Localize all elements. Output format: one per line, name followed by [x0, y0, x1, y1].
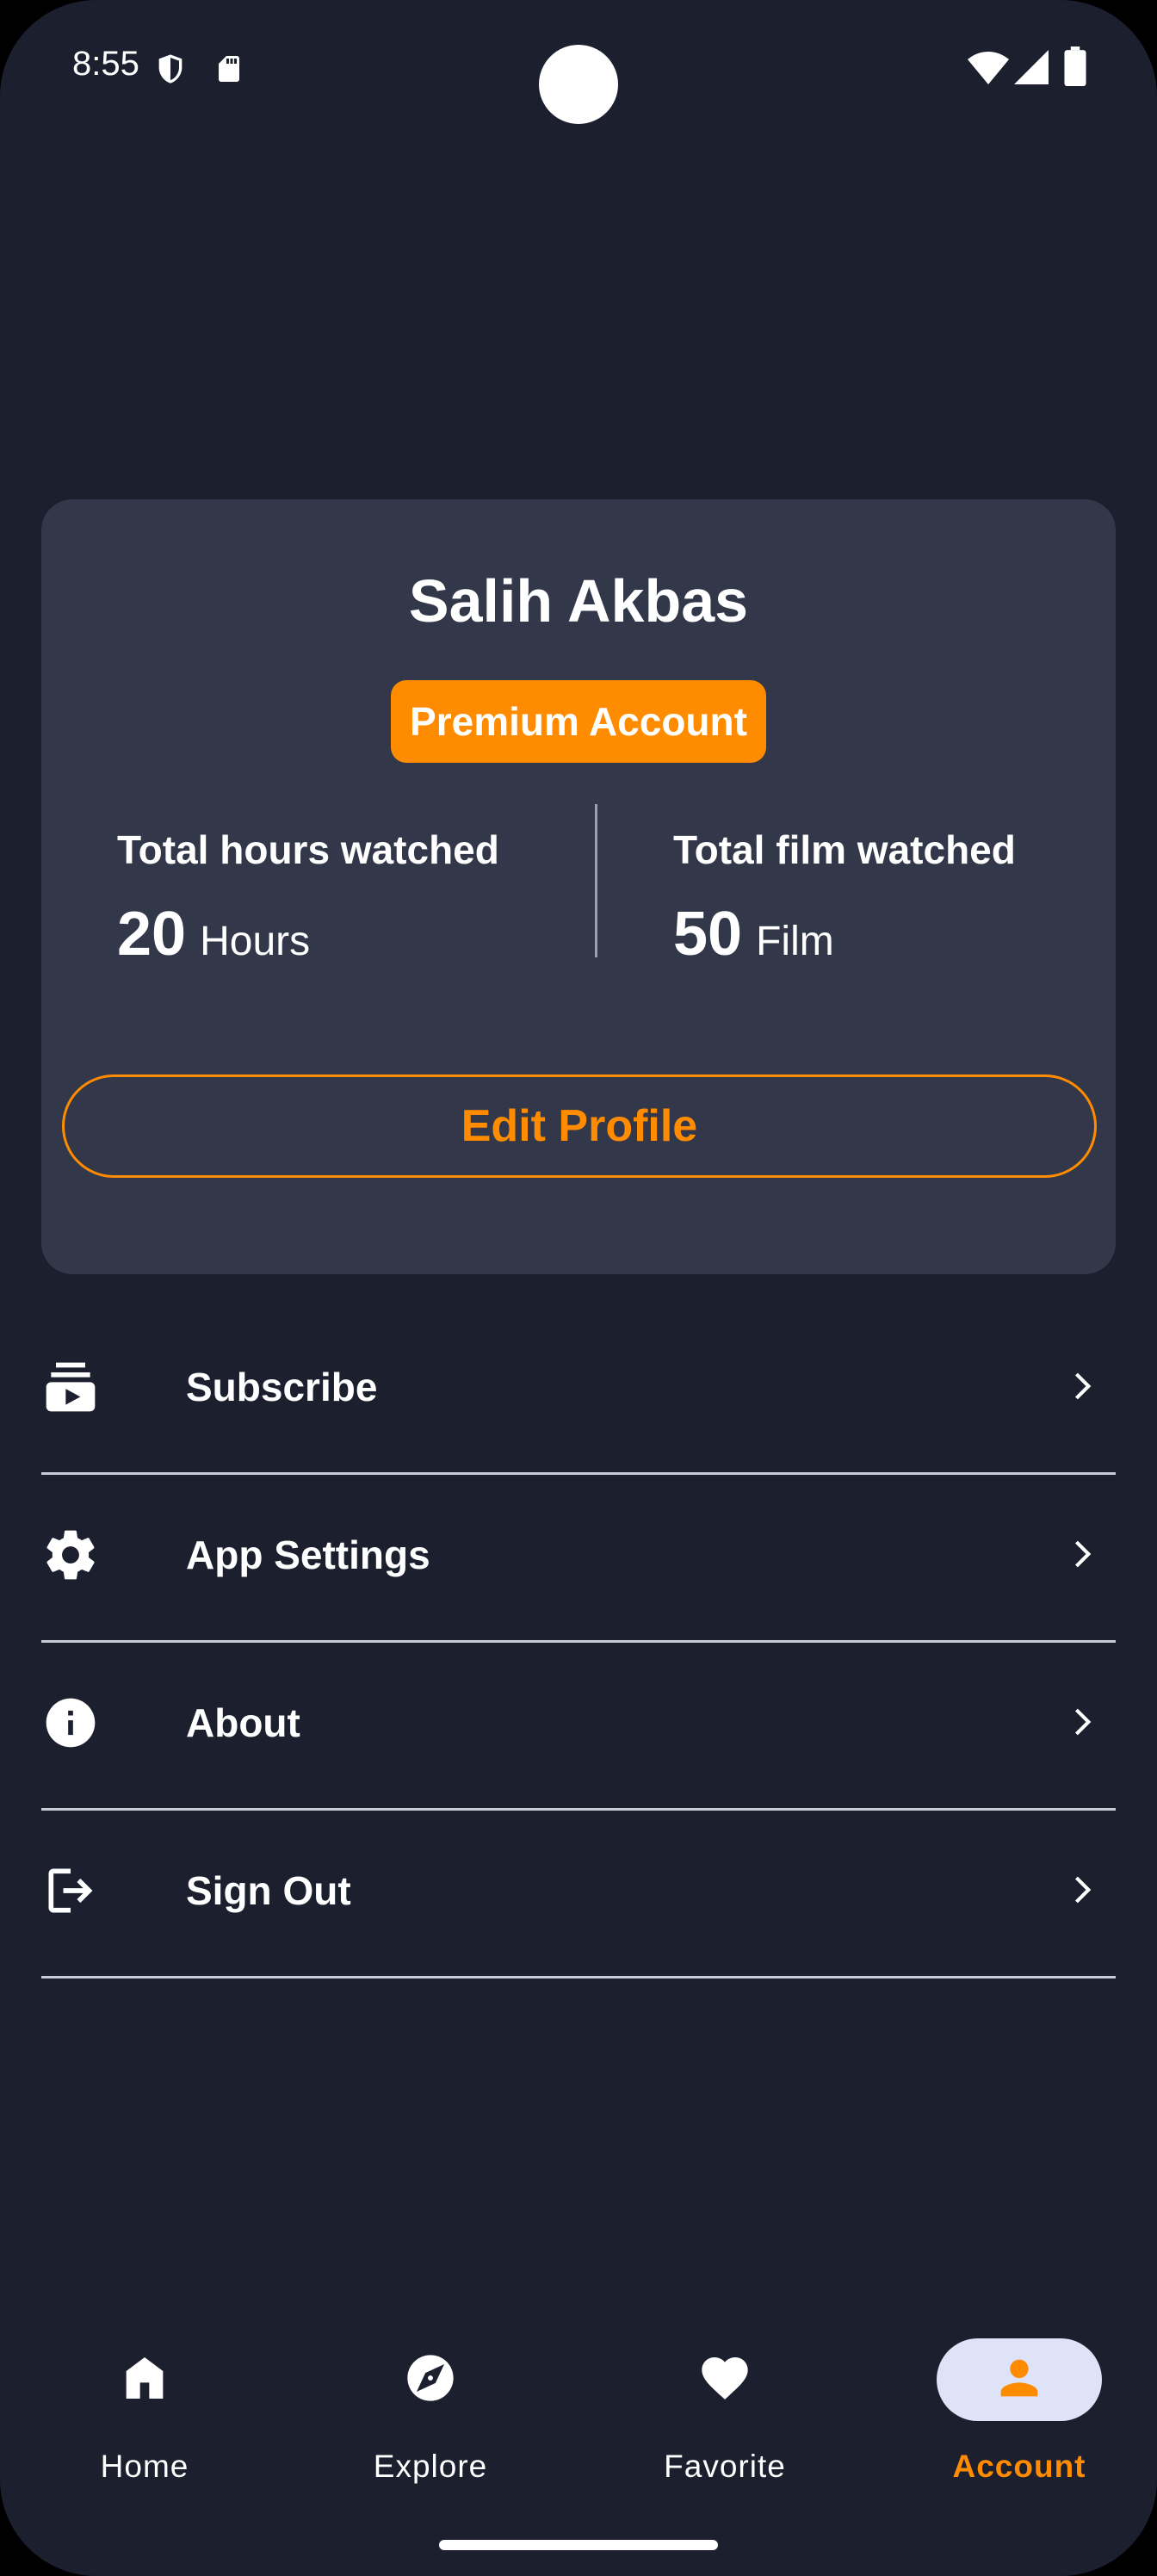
status-time: 8:55: [72, 45, 139, 83]
stat-hours-label: Total hours watched: [117, 827, 499, 872]
menu-item-sign-out[interactable]: Sign Out: [41, 1808, 1116, 1978]
profile-name: Salih Akbas: [408, 567, 749, 635]
shield-icon: [153, 50, 188, 92]
bottom-nav: Home Explore Favorite Account: [0, 2325, 1157, 2497]
stat-films-value: 50: [673, 900, 743, 969]
home-indicator[interactable]: [439, 2540, 718, 2550]
compass-icon: [403, 2350, 458, 2410]
nav-icon-container: [642, 2338, 807, 2421]
nav-active-indicator: [937, 2338, 1102, 2421]
nav-icon-container: [348, 2338, 513, 2421]
nav-item-home[interactable]: Home: [0, 2325, 289, 2497]
stat-films: Total film watched 50 Film: [673, 827, 1016, 969]
stat-hours-unit: Hours: [200, 919, 311, 964]
nav-label-favorite: Favorite: [664, 2449, 786, 2484]
home-icon: [117, 2350, 172, 2410]
status-bar: 8:55: [0, 0, 1157, 138]
chevron-right-icon: [1062, 1700, 1105, 1743]
person-icon: [992, 2350, 1047, 2410]
menu-item-label: Sign Out: [186, 1868, 351, 1913]
logout-icon: [41, 1861, 100, 1920]
premium-badge: Premium Account: [391, 680, 766, 763]
gear-icon: [41, 1526, 100, 1584]
sd-card-icon: [213, 50, 244, 92]
menu-item-about[interactable]: About: [41, 1640, 1116, 1811]
app-screen: 8:55 Salih Akbas Premium Account Total h…: [0, 0, 1157, 2576]
nav-item-explore[interactable]: Explore: [286, 2325, 575, 2497]
menu-item-subscribe[interactable]: Subscribe: [41, 1304, 1116, 1475]
info-icon: [41, 1694, 100, 1752]
nav-label-account: Account: [952, 2449, 1086, 2484]
profile-card: Salih Akbas Premium Account Total hours …: [41, 499, 1116, 1274]
chevron-right-icon: [1062, 1365, 1105, 1408]
stat-hours-value: 20: [117, 900, 187, 969]
stat-divider: [595, 804, 597, 957]
camera-cutout: [539, 45, 618, 124]
signal-icon: [1014, 48, 1049, 90]
menu-item-app-settings[interactable]: App Settings: [41, 1472, 1116, 1643]
wifi-icon: [968, 48, 1009, 90]
nav-icon-container: [62, 2338, 227, 2421]
nav-item-favorite[interactable]: Favorite: [580, 2325, 869, 2497]
chevron-right-icon: [1062, 1868, 1105, 1911]
stat-films-unit: Film: [756, 919, 834, 964]
stat-films-label: Total film watched: [673, 827, 1016, 872]
nav-label-home: Home: [100, 2449, 189, 2484]
chevron-right-icon: [1062, 1533, 1105, 1576]
edit-profile-button[interactable]: Edit Profile: [62, 1074, 1097, 1178]
nav-item-account[interactable]: Account: [875, 2325, 1157, 2497]
menu-item-label: Subscribe: [186, 1365, 378, 1409]
battery-icon: [1064, 46, 1086, 90]
nav-label-explore: Explore: [373, 2449, 488, 2484]
heart-icon: [697, 2350, 752, 2410]
menu-item-label: App Settings: [186, 1533, 430, 1577]
menu-item-label: About: [186, 1700, 300, 1745]
stat-hours: Total hours watched 20 Hours: [117, 827, 499, 969]
subscriptions-icon: [41, 1358, 100, 1416]
